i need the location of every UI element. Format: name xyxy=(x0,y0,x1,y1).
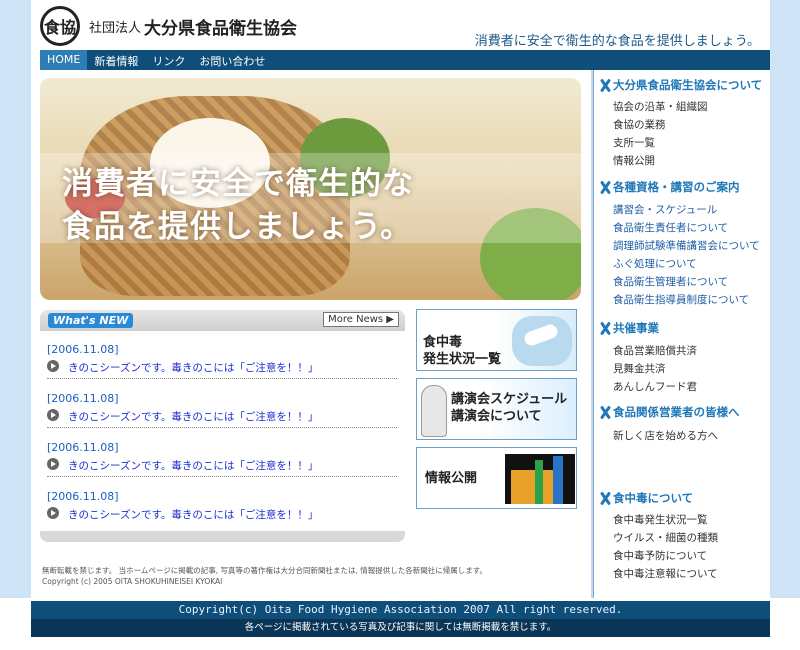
news-panel-header: What's NEW More News ▶ xyxy=(40,310,405,331)
sidebar-item[interactable]: あんしんフード君 xyxy=(613,379,697,394)
header-tagline: 消費者に安全で衛生的な食品を提供しましょう。 xyxy=(474,34,760,49)
sidebar-item[interactable]: 食協の業務 xyxy=(613,117,666,132)
sidebar-item[interactable]: 食中毒予防について xyxy=(613,548,707,563)
hero-banner: 消費者に安全で衛生的な 食品を提供しましょう。 xyxy=(40,78,581,300)
files-icon xyxy=(505,454,575,504)
main-nav: HOME 新着情報 リンク お問い合わせ xyxy=(40,50,770,70)
food-poisoning-status-banner[interactable]: 食中毒 発生状況一覧 xyxy=(416,309,577,371)
sidebar-item[interactable]: ウイルス・細菌の種類 xyxy=(613,530,718,545)
sidebar-item[interactable]: 見舞金共済 xyxy=(613,361,666,376)
more-news-button[interactable]: More News ▶ xyxy=(323,312,399,327)
sidebar-item[interactable]: ふぐ処理について xyxy=(613,256,697,271)
news-date: [2006.11.08] xyxy=(47,343,119,356)
chef-icon xyxy=(421,385,447,437)
sidebar-section-qualifications[interactable]: 各種資格・講習のご案内 xyxy=(598,179,740,195)
nav-contact[interactable]: お問い合わせ xyxy=(192,50,272,70)
news-date: [2006.11.08] xyxy=(47,392,119,405)
banner-label-line-1: 食中毒 xyxy=(423,335,463,350)
association-logo[interactable]: 食協 xyxy=(40,6,80,46)
banner-label-line-2: 発生状況一覧 xyxy=(423,352,502,367)
sidebar-section-business-owners[interactable]: 食品関係営業者の皆様へ xyxy=(598,404,740,420)
news-item: [2006.11.08] きのこシーズンです。毒きのこには「ご注意を！！」 xyxy=(47,478,397,526)
arrow-right-icon xyxy=(47,458,59,470)
knife-fork-icon xyxy=(598,78,612,93)
arrow-right-icon xyxy=(47,409,59,421)
information-disclosure-banner[interactable]: 情報公開 xyxy=(416,447,577,509)
file-tab-green xyxy=(535,460,543,504)
sidebar-item[interactable]: 支所一覧 xyxy=(613,135,655,150)
sidebar-item[interactable]: 講習会・スケジュール xyxy=(613,202,717,217)
sidebar-item[interactable]: 食品衛生管理者について xyxy=(613,274,728,289)
sidebar-section-food-poisoning[interactable]: 食中毒について xyxy=(598,490,693,506)
news-item: [2006.11.08] きのこシーズンです。毒きのこには「ご注意を！！」 xyxy=(47,429,397,477)
sidebar-section-title: 大分県食品衛生協会について xyxy=(613,78,763,92)
sidebar-item[interactable]: 食中毒発生状況一覧 xyxy=(613,512,708,527)
sidebar-section-title: 食品関係営業者の皆様へ xyxy=(613,405,740,419)
hero-headline-line-1: 消費者に安全で衛生的な xyxy=(62,166,414,202)
nav-home[interactable]: HOME xyxy=(40,50,88,70)
news-link[interactable]: きのこシーズンです。毒きのこには「ご注意を！！」 xyxy=(68,409,318,424)
banner-label-line-2: 講演会について xyxy=(451,409,542,424)
news-date: [2006.11.08] xyxy=(47,441,119,454)
nav-news[interactable]: 新着情報 xyxy=(87,50,145,70)
sidebar-item[interactable]: 協会の沿革・組織図 xyxy=(613,99,708,114)
knife-fork-icon xyxy=(598,321,612,336)
sidebar-item[interactable]: 調理師試験準備講習会について xyxy=(613,238,760,253)
sidebar-item[interactable]: 新しく店を始める方へ xyxy=(613,428,718,443)
bacteria-icon xyxy=(512,316,572,366)
news-item: [2006.11.08] きのこシーズンです。毒きのこには「ご注意を！！」 xyxy=(47,331,397,379)
sidebar-section-title: 各種資格・講習のご案内 xyxy=(613,180,740,194)
hero-headline-line-2: 食品を提供しましょう。 xyxy=(62,209,413,245)
lecture-schedule-banner[interactable]: 講演会スケジュール 講演会について xyxy=(416,378,577,440)
news-item: [2006.11.08] きのこシーズンです。毒きのこには「ご注意を！！」 xyxy=(47,380,397,428)
copyright-note-line-1: 無断転載を禁じます。 当ホームページに掲載の記事, 写真等の著作権は大分合同新聞… xyxy=(42,566,488,575)
sidebar-section-joint-projects[interactable]: 共催事業 xyxy=(598,320,659,336)
sidebar-section-about[interactable]: 大分県食品衛生協会について xyxy=(598,77,762,93)
sidebar-section-title: 共催事業 xyxy=(613,321,659,335)
knife-fork-icon xyxy=(598,180,612,195)
org-prefix: 社団法人 xyxy=(89,21,142,36)
sidebar-item[interactable]: 情報公開 xyxy=(613,153,655,168)
news-list: [2006.11.08] きのこシーズンです。毒きのこには「ご注意を！！」 [2… xyxy=(40,331,405,531)
logo-text: 食協 xyxy=(43,18,76,37)
copyright-note-line-2: Copyright (c) 2005 OITA SHOKUHINEISEI KY… xyxy=(42,577,223,586)
nav-links[interactable]: リンク xyxy=(145,50,192,70)
news-panel-footer xyxy=(40,531,405,542)
knife-fork-icon xyxy=(598,491,612,506)
news-link[interactable]: きのこシーズンです。毒きのこには「ご注意を！！」 xyxy=(68,507,318,522)
whats-new-panel: What's NEW More News ▶ [2006.11.08] きのこシ… xyxy=(40,310,405,542)
file-tab-blue xyxy=(553,456,563,504)
whats-new-badge: What's NEW xyxy=(48,313,134,328)
folder-shape xyxy=(511,470,553,504)
arrow-right-icon xyxy=(47,507,59,519)
site-header: 食協 社団法人 大分県食品衛生協会 消費者に安全で衛生的な食品を提供しましょう。 xyxy=(31,0,770,50)
banner-label: 食中毒 発生状況一覧 xyxy=(423,334,501,368)
knife-fork-icon xyxy=(598,405,612,420)
page-container: 食協 社団法人 大分県食品衛生協会 消費者に安全で衛生的な食品を提供しましょう。… xyxy=(31,0,770,598)
sidebar-item[interactable]: 食品衛生指導員制度について xyxy=(613,292,749,307)
footer-copyright-bar: Copyright(c) Oita Food Hygiene Associati… xyxy=(31,601,770,619)
right-background-stripe xyxy=(770,0,800,598)
sidebar-item[interactable]: 食品営業賠償共済 xyxy=(613,343,697,358)
banner-label-line-1: 講演会スケジュール xyxy=(451,392,568,407)
left-background-stripe xyxy=(0,0,31,598)
news-date: [2006.11.08] xyxy=(47,490,119,503)
footer-notice-bar: 各ページに掲載されている写真及び記事に関しては無断掲載を禁じます。 xyxy=(31,619,770,637)
org-name[interactable]: 大分県食品衛生協会 xyxy=(144,14,297,39)
banner-label: 講演会スケジュール 講演会について xyxy=(451,391,567,425)
arrow-right-icon xyxy=(47,360,59,372)
right-sidebar: 大分県食品衛生協会について 協会の沿革・組織図 食協の業務 支所一覧 情報公開 … xyxy=(591,70,770,598)
news-link[interactable]: きのこシーズンです。毒きのこには「ご注意を！！」 xyxy=(68,360,318,375)
sidebar-section-title: 食中毒について xyxy=(613,491,694,505)
sidebar-item[interactable]: 食品衛生責任者について xyxy=(613,220,728,235)
news-link[interactable]: きのこシーズンです。毒きのこには「ご注意を！！」 xyxy=(68,458,318,473)
banner-label: 情報公開 xyxy=(425,471,478,486)
sidebar-item[interactable]: 食中毒注意報について xyxy=(613,566,718,581)
content-copyright-note: 無断転載を禁じます。 当ホームページに掲載の記事, 写真等の著作権は大分合同新聞… xyxy=(42,565,487,587)
